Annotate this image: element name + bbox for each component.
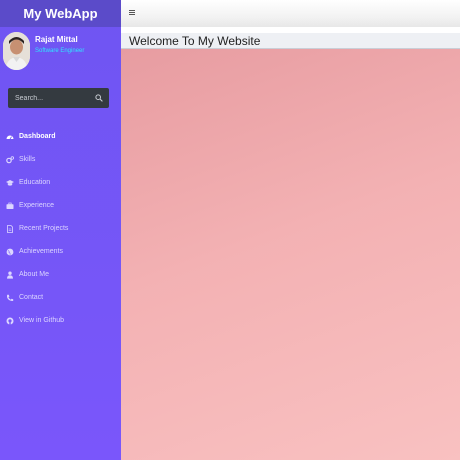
sidebar-item-skills[interactable]: Skills xyxy=(0,148,121,171)
page-title: Welcome To My Website xyxy=(129,34,261,48)
sidebar-item-label: Achievements xyxy=(19,248,63,255)
app-title[interactable]: My WebApp xyxy=(23,6,97,21)
sidebar-item-experience[interactable]: Experience xyxy=(0,194,121,217)
sidebar-item-about-me[interactable]: About Me xyxy=(0,263,121,286)
sidebar-item-label: Contact xyxy=(19,294,44,301)
sidebar-item-label: About Me xyxy=(19,271,49,278)
top-header xyxy=(121,0,460,27)
sidebar-item-education[interactable]: Education xyxy=(0,171,121,194)
sidebar-item-label: Experience xyxy=(19,202,55,209)
sidebar-item-label: Recent Projects xyxy=(19,225,69,232)
sidebar-item-label: Dashboard xyxy=(19,133,56,140)
profile-role: Software Engineer xyxy=(35,48,85,54)
dashboard-icon xyxy=(6,133,14,141)
hamburger-icon[interactable] xyxy=(129,10,135,15)
search-input[interactable] xyxy=(15,94,90,102)
sidebar-item-recent-projects[interactable]: Recent Projects xyxy=(0,217,121,240)
sidebar-item-github[interactable]: View in Github xyxy=(0,309,121,332)
document-icon xyxy=(6,224,14,233)
profile-name: Rajat Mittal xyxy=(35,35,78,44)
graduation-cap-icon xyxy=(6,179,14,187)
sidebar-item-contact[interactable]: Contact xyxy=(0,286,121,309)
user-profile: Rajat Mittal Software Engineer xyxy=(0,27,121,74)
search-box xyxy=(8,88,109,108)
sidebar-item-label: Education xyxy=(19,179,51,186)
sidebar-menu: Dashboard Skills Education Experience Re… xyxy=(0,125,121,332)
cogs-icon xyxy=(6,155,14,164)
avatar xyxy=(3,32,30,70)
hero-banner xyxy=(121,49,460,460)
page-title-bar: Welcome To My Website xyxy=(121,33,460,49)
sidebar: My WebApp Rajat Mittal Software Engineer xyxy=(0,0,121,460)
briefcase-icon xyxy=(6,202,14,210)
phone-icon xyxy=(6,294,14,302)
sidebar-item-label: View in Github xyxy=(19,317,65,324)
github-icon xyxy=(6,317,14,325)
sidebar-item-label: Skills xyxy=(19,156,36,163)
sidebar-item-dashboard[interactable]: Dashboard xyxy=(0,125,121,148)
user-icon xyxy=(6,271,14,279)
sidebar-item-achievements[interactable]: Achievements xyxy=(0,240,121,263)
globe-icon xyxy=(6,248,14,256)
app-brand[interactable]: My WebApp xyxy=(0,0,121,27)
search-icon[interactable] xyxy=(95,94,103,102)
